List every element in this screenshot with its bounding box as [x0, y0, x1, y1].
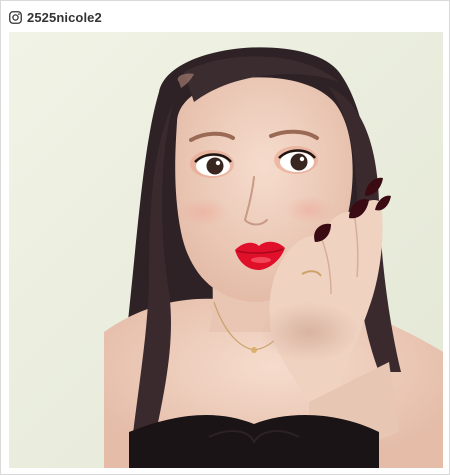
portrait-photo: [9, 32, 443, 468]
post-photo[interactable]: [9, 32, 443, 468]
post-header: 2525nicole2: [9, 7, 102, 27]
username-link[interactable]: 2525nicole2: [27, 10, 102, 25]
instagram-icon[interactable]: [9, 10, 22, 24]
instagram-embed-card: 2525nicole2: [0, 0, 450, 475]
